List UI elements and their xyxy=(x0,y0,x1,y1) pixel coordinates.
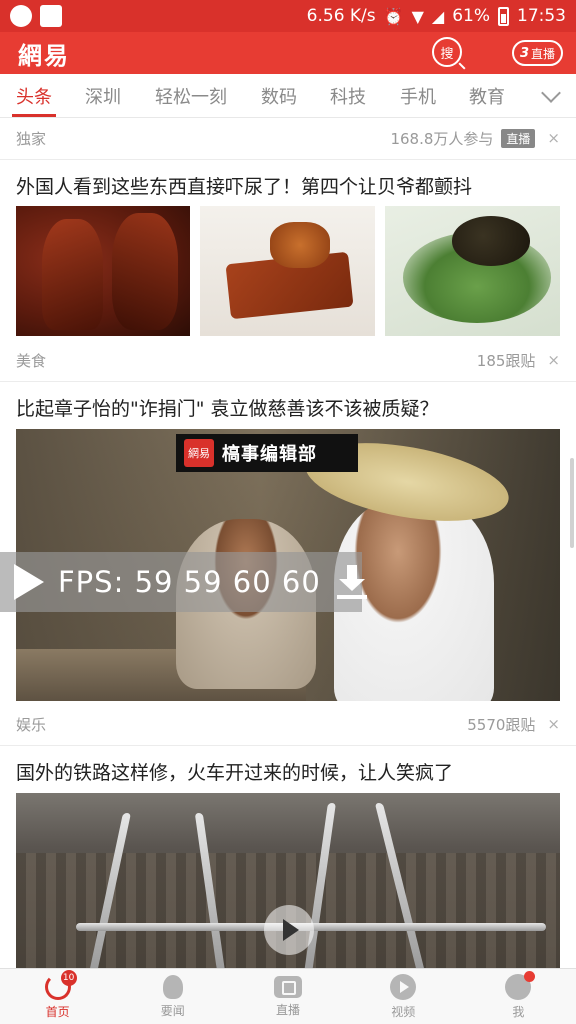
meta-right: 5570跟贴 × xyxy=(467,714,560,735)
dismiss-icon[interactable]: × xyxy=(547,129,560,147)
meta-right: 168.8万人参与 直播 × xyxy=(390,128,560,149)
article-thumbnail[interactable] xyxy=(16,206,190,336)
tab-education[interactable]: 教育 xyxy=(469,83,505,109)
nav-live[interactable]: 直播 xyxy=(230,969,345,1024)
fps-overlay: FPS: 59 59 60 60 xyxy=(0,552,367,612)
dismiss-icon[interactable]: × xyxy=(547,351,560,369)
search-label: 搜 xyxy=(440,46,454,62)
divider xyxy=(0,381,576,382)
battery-icon xyxy=(498,6,509,26)
network-speed: 6.56 K/s xyxy=(306,6,376,26)
article-category: 美食 xyxy=(16,351,47,370)
article-thumbnail[interactable] xyxy=(385,206,560,336)
divider xyxy=(0,745,576,746)
camera-icon xyxy=(274,975,302,998)
live-button[interactable]: 3 直播 xyxy=(512,40,564,66)
app-logo: 網易 xyxy=(18,40,70,70)
article-meta-row: 娱乐 5570跟贴 × xyxy=(0,704,576,744)
pulse-icon xyxy=(40,5,62,27)
nav-home[interactable]: 10 首页 xyxy=(0,969,115,1024)
home-refresh-icon: 10 xyxy=(44,969,77,1000)
download-icon xyxy=(335,565,367,599)
chevron-down-icon[interactable] xyxy=(541,83,561,103)
play-icon[interactable] xyxy=(264,905,314,955)
video-thumbnail[interactable] xyxy=(16,793,560,968)
alarm-icon: ⏰ xyxy=(383,6,404,26)
nav-news[interactable]: 要闻 xyxy=(115,969,230,1024)
status-bar: 6.56 K/s ⏰ ▼ ◢ 61% 17:53 xyxy=(0,0,576,32)
bottom-nav: 10 首页 要闻 直播 视频 我 xyxy=(0,968,576,1024)
live-count: 3 xyxy=(520,45,530,61)
status-left xyxy=(10,5,62,27)
article-category: 娱乐 xyxy=(16,715,47,734)
notification-dot xyxy=(524,970,536,982)
news-feed[interactable]: 独家 168.8万人参与 直播 × 外国人看到这些东西直接吓尿了！第四个让贝爷都… xyxy=(0,118,576,968)
brand-logo: 網易 xyxy=(184,439,214,467)
tab-digital[interactable]: 数码 xyxy=(261,83,297,109)
play-icon xyxy=(390,973,417,1000)
comment-count: 5570跟贴 xyxy=(467,715,536,734)
brand-name: 槁事编辑部 xyxy=(222,444,317,465)
nav-label: 视频 xyxy=(391,1004,416,1019)
nav-label: 我 xyxy=(512,1004,525,1019)
comment-count: 185跟贴 xyxy=(476,351,536,370)
tab-shenzhen[interactable]: 深圳 xyxy=(85,83,121,109)
fps-text: FPS: 59 59 60 60 xyxy=(58,565,321,599)
play-icon xyxy=(14,564,44,600)
nav-label: 要闻 xyxy=(160,1003,185,1018)
search-button[interactable]: 搜 xyxy=(432,37,462,67)
home-badge: 10 xyxy=(60,969,77,986)
dismiss-icon[interactable]: × xyxy=(547,715,560,733)
nav-me[interactable]: 我 xyxy=(461,969,576,1024)
divider xyxy=(0,159,576,160)
tab-tech[interactable]: 科技 xyxy=(330,83,366,109)
download-bar xyxy=(336,595,367,599)
user-icon xyxy=(505,970,536,1000)
channel-tabs: 头条 深圳 轻松一刻 数码 科技 手机 教育 xyxy=(0,74,576,118)
tool-icon xyxy=(10,5,32,27)
article-title[interactable]: 国外的铁路这样修，火车开过来的时候，让人笑疯了 xyxy=(16,758,560,785)
app-header: 網易 搜 3 直播 xyxy=(0,32,576,74)
scrollbar[interactable] xyxy=(570,458,574,548)
wifi-icon: ▼ xyxy=(411,6,424,26)
article-meta-row: 美食 185跟贴 × xyxy=(0,340,576,380)
app-root: 6.56 K/s ⏰ ▼ ◢ 61% 17:53 網易 搜 3 直播 头条 深圳… xyxy=(0,0,576,1024)
tab-headline[interactable]: 头条 xyxy=(12,83,56,117)
meta-right: 185跟贴 × xyxy=(477,350,560,371)
nav-label: 直播 xyxy=(276,1002,301,1017)
live-label: 直播 xyxy=(531,46,556,61)
battery-percent: 61% xyxy=(452,6,490,26)
signal-icon: ◢ xyxy=(431,6,445,26)
tab-relax[interactable]: 轻松一刻 xyxy=(155,83,227,109)
participants-count: 168.8万人参与 xyxy=(390,129,494,148)
meta-source: 独家 xyxy=(16,129,47,148)
bulb-icon xyxy=(162,974,183,999)
article-title[interactable]: 比起章子怡的"诈捐门" 袁立做慈善该不该被质疑？ xyxy=(16,394,560,421)
status-right: 6.56 K/s ⏰ ▼ ◢ 61% 17:53 xyxy=(307,6,566,26)
nav-video[interactable]: 视频 xyxy=(346,969,461,1024)
exclusive-meta-row: 独家 168.8万人参与 直播 × xyxy=(0,118,576,158)
nav-label: 首页 xyxy=(45,1004,70,1019)
article-thumbnail[interactable] xyxy=(200,206,375,336)
clock: 17:53 xyxy=(517,6,566,26)
article-title[interactable]: 外国人看到这些东西直接吓尿了！第四个让贝爷都颤抖 xyxy=(16,172,560,199)
brand-banner: 網易 槁事编辑部 xyxy=(176,434,358,472)
live-badge: 直播 xyxy=(501,128,536,148)
tab-phone[interactable]: 手机 xyxy=(400,83,436,109)
